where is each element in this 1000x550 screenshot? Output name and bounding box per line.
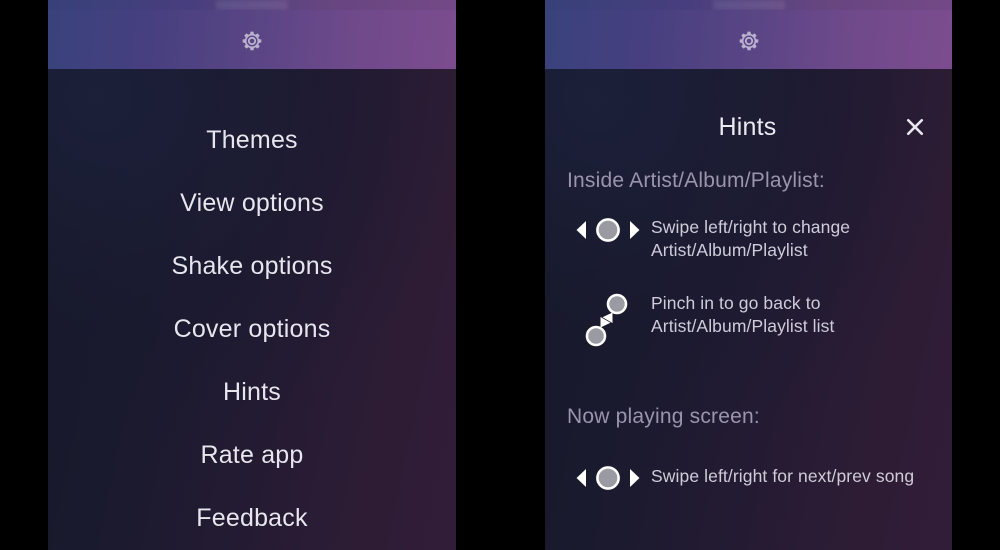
hints-dialog-titlebar: Hints bbox=[565, 95, 930, 159]
close-icon[interactable] bbox=[900, 112, 930, 142]
menu-item-themes[interactable]: Themes bbox=[48, 109, 456, 172]
swipe-horizontal-icon bbox=[576, 218, 640, 242]
screenshot-root: Themes View options Shake options Cover … bbox=[0, 0, 1000, 550]
hints-screen-panel: Hints Inside Artist/Album/Playlist: Swip… bbox=[545, 0, 952, 550]
menu-item-shake-options[interactable]: Shake options bbox=[48, 235, 456, 298]
hint-text: Swipe left/right for next/prev song bbox=[651, 466, 915, 487]
settings-screen-panel: Themes View options Shake options Cover … bbox=[48, 0, 456, 550]
gear-icon[interactable] bbox=[239, 28, 265, 54]
pinch-in-icon bbox=[585, 293, 628, 346]
status-bar-ghost-text bbox=[216, 0, 288, 10]
hint-row-swipe-change-artist: Swipe left/right to change Artist/Album/… bbox=[565, 215, 930, 263]
menu-item-view-options[interactable]: View options bbox=[48, 172, 456, 235]
menu-item-feedback[interactable]: Feedback bbox=[48, 487, 456, 550]
hints-section-title-now-playing: Now playing screen: bbox=[567, 404, 760, 428]
hint-text: Pinch in to go back to Artist/Album/Play… bbox=[651, 292, 835, 336]
hint-text: Swipe left/right to change Artist/Album/… bbox=[651, 217, 851, 261]
menu-item-rate-app[interactable]: Rate app bbox=[48, 424, 456, 487]
settings-menu-list: Themes View options Shake options Cover … bbox=[48, 69, 456, 550]
hints-dialog: Hints Inside Artist/Album/Playlist: Swip… bbox=[545, 69, 952, 550]
hints-dialog-title: Hints bbox=[718, 112, 777, 141]
hint-row-swipe-next-prev: Swipe left/right for next/prev song bbox=[565, 463, 930, 491]
status-bar-sliver bbox=[48, 0, 456, 10]
settings-header-bar bbox=[48, 10, 456, 69]
settings-content: Themes View options Shake options Cover … bbox=[48, 69, 456, 550]
hint-row-pinch-go-back: Pinch in to go back to Artist/Album/Play… bbox=[565, 291, 930, 347]
hints-header-bar bbox=[545, 10, 952, 69]
gesture-icon-wrap bbox=[565, 291, 651, 347]
swipe-horizontal-icon bbox=[576, 465, 640, 490]
menu-item-cover-options[interactable]: Cover options bbox=[48, 298, 456, 361]
hints-content: Hints Inside Artist/Album/Playlist: Swip… bbox=[545, 69, 952, 550]
gesture-icon-wrap bbox=[565, 215, 651, 243]
hints-section-title-inside: Inside Artist/Album/Playlist: bbox=[567, 169, 825, 192]
status-bar-ghost-text bbox=[712, 0, 785, 10]
gear-icon[interactable] bbox=[736, 28, 762, 54]
gesture-icon-wrap bbox=[565, 463, 651, 491]
status-bar-sliver bbox=[545, 0, 952, 10]
menu-item-hints[interactable]: Hints bbox=[48, 361, 456, 424]
